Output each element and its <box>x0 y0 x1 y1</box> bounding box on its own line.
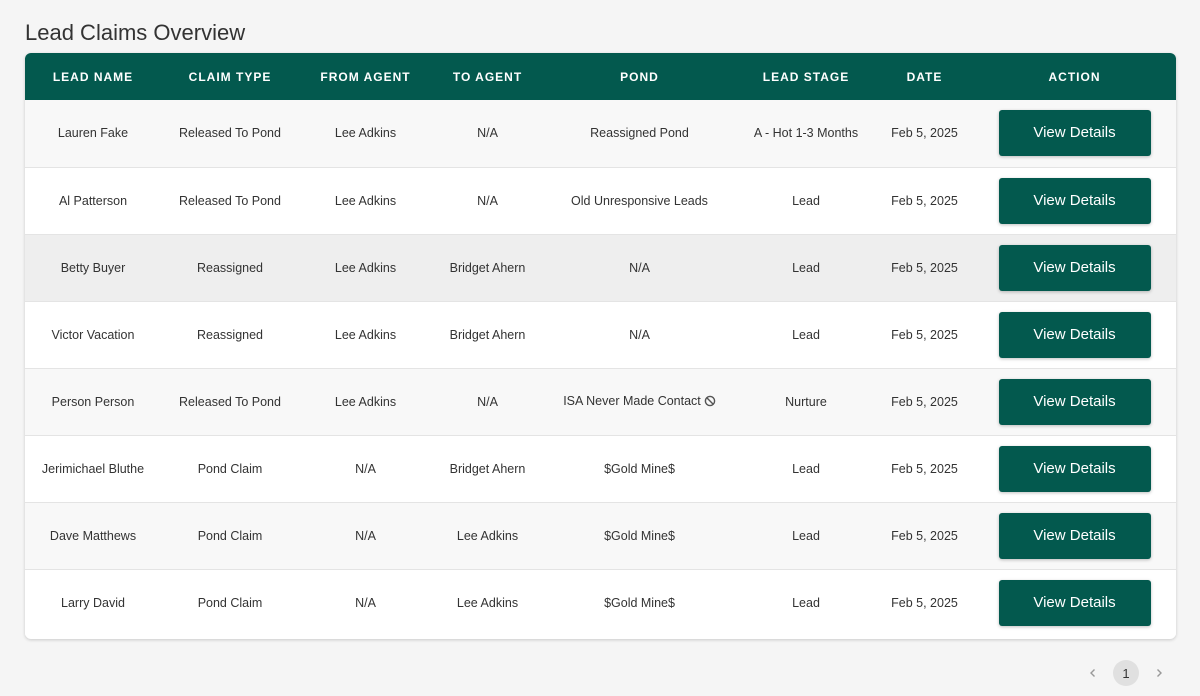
cell-lead-stage: Lead <box>792 193 820 208</box>
cell-date: Feb 5, 2025 <box>891 260 958 275</box>
header-action: ACTION <box>1048 69 1101 84</box>
ban-icon <box>704 395 716 410</box>
cell-from-agent: Lee Adkins <box>334 327 397 342</box>
cell-lead-name: Lauren Fake <box>57 126 129 141</box>
cell-pond: $Gold Mine$ <box>604 528 675 543</box>
cell-lead-name: Dave Matthews <box>49 528 137 543</box>
cell-to-agent: Lee Adkins <box>456 528 519 543</box>
table-row: Lauren Fake Released To Pond Lee Adkins … <box>25 100 1176 167</box>
view-details-button[interactable]: View Details <box>998 378 1151 425</box>
pagination: 1 <box>1080 660 1172 686</box>
view-details-button[interactable]: View Details <box>998 445 1151 492</box>
cell-to-agent: N/A <box>477 126 498 141</box>
cell-lead-name: Person Person <box>51 394 135 409</box>
cell-pond: $Gold Mine$ <box>604 461 675 476</box>
table-row: Victor Vacation Reassigned Lee Adkins Br… <box>25 301 1176 368</box>
header-pond[interactable]: POND <box>543 53 736 100</box>
cell-date: Feb 5, 2025 <box>891 595 958 610</box>
cell-to-agent: Lee Adkins <box>456 595 519 610</box>
cell-to-agent: Bridget Ahern <box>449 461 526 476</box>
cell-action: View Details <box>973 301 1176 368</box>
cell-from-agent: Lee Adkins <box>334 193 397 208</box>
view-details-button[interactable]: View Details <box>998 244 1151 291</box>
table-row: Person Person Released To Pond Lee Adkin… <box>25 368 1176 435</box>
cell-action: View Details <box>973 100 1176 167</box>
cell-lead-name: Jerimichael Bluthe <box>41 461 145 476</box>
cell-claim-type: Released To Pond <box>179 193 281 208</box>
view-details-button[interactable]: View Details <box>998 579 1151 626</box>
cell-lead-name: Betty Buyer <box>60 260 126 275</box>
page: Lead Claims Overview LEAD NAME CLAIM TYP… <box>0 0 1200 696</box>
cell-date: Feb 5, 2025 <box>891 394 958 409</box>
cell-from-agent: Lee Adkins <box>334 260 397 275</box>
lead-claims-table-card: LEAD NAME CLAIM TYPE FROM AGENT TO AGENT… <box>25 53 1176 639</box>
lead-claims-table: LEAD NAME CLAIM TYPE FROM AGENT TO AGENT… <box>25 53 1176 636</box>
cell-from-agent: N/A <box>355 595 376 610</box>
cell-from-agent: N/A <box>355 461 376 476</box>
cell-date: Feb 5, 2025 <box>891 327 958 342</box>
table-row: Dave Matthews Pond Claim N/A Lee Adkins … <box>25 502 1176 569</box>
header-date[interactable]: DATE <box>876 53 973 100</box>
view-details-button[interactable]: View Details <box>998 512 1151 559</box>
cell-pond: ISA Never Made Contact <box>543 368 736 435</box>
header-to-agent[interactable]: TO AGENT <box>432 53 543 100</box>
cell-lead-stage: Lead <box>792 528 820 543</box>
cell-date: Feb 5, 2025 <box>891 126 958 141</box>
cell-to-agent: N/A <box>477 394 498 409</box>
header-from-agent[interactable]: FROM AGENT <box>299 53 432 100</box>
cell-claim-type: Released To Pond <box>179 126 281 141</box>
table-row: Al Patterson Released To Pond Lee Adkins… <box>25 167 1176 234</box>
page-title: Lead Claims Overview <box>25 20 246 45</box>
table-row: Jerimichael Bluthe Pond Claim N/A Bridge… <box>25 435 1176 502</box>
cell-lead-stage: A - Hot 1-3 Months <box>753 126 859 141</box>
cell-action: View Details <box>973 502 1176 569</box>
cell-action: View Details <box>973 234 1176 301</box>
cell-to-agent: Bridget Ahern <box>449 260 526 275</box>
cell-lead-name: Al Patterson <box>58 193 128 208</box>
view-details-button[interactable]: View Details <box>998 311 1151 358</box>
header-lead-name[interactable]: LEAD NAME <box>25 53 161 100</box>
page-number-button[interactable]: 1 <box>1113 660 1139 686</box>
cell-to-agent: N/A <box>477 193 498 208</box>
header-claim-type[interactable]: CLAIM TYPE <box>161 53 299 100</box>
view-details-button[interactable]: View Details <box>998 110 1151 157</box>
cell-lead-stage: Nurture <box>785 394 827 409</box>
cell-lead-stage: Lead <box>792 260 820 275</box>
cell-action: View Details <box>973 435 1176 502</box>
cell-to-agent: Bridget Ahern <box>449 327 526 342</box>
cell-pond: $Gold Mine$ <box>604 595 675 610</box>
cell-date: Feb 5, 2025 <box>891 193 958 208</box>
cell-claim-type: Reassigned <box>196 327 263 342</box>
view-details-button[interactable]: View Details <box>998 177 1151 224</box>
table-row: Betty Buyer Reassigned Lee Adkins Bridge… <box>25 234 1176 301</box>
cell-pond: Old Unresponsive Leads <box>571 193 708 208</box>
cell-lead-stage: Lead <box>792 461 820 476</box>
cell-pond: N/A <box>629 327 650 342</box>
cell-claim-type: Reassigned <box>196 260 263 275</box>
chevron-right-icon[interactable] <box>1146 660 1172 686</box>
cell-lead-name: Victor Vacation <box>51 327 135 342</box>
table-row: Larry David Pond Claim N/A Lee Adkins $G… <box>25 569 1176 636</box>
cell-pond: Reassigned Pond <box>590 126 689 141</box>
cell-claim-type: Released To Pond <box>179 394 281 409</box>
cell-pond: N/A <box>629 260 650 275</box>
cell-lead-stage: Lead <box>792 595 820 610</box>
cell-lead-name: Larry David <box>61 595 125 610</box>
cell-action: View Details <box>973 368 1176 435</box>
cell-date: Feb 5, 2025 <box>891 461 958 476</box>
cell-from-agent: N/A <box>355 528 376 543</box>
header-lead-stage[interactable]: LEAD STAGE <box>736 53 876 100</box>
cell-claim-type: Pond Claim <box>197 528 263 543</box>
table-header-row: LEAD NAME CLAIM TYPE FROM AGENT TO AGENT… <box>25 53 1176 100</box>
cell-lead-stage: Lead <box>792 327 820 342</box>
cell-date: Feb 5, 2025 <box>891 528 958 543</box>
cell-from-agent: Lee Adkins <box>334 394 397 409</box>
cell-claim-type: Pond Claim <box>197 461 263 476</box>
cell-action: View Details <box>973 167 1176 234</box>
chevron-left-icon[interactable] <box>1080 660 1106 686</box>
cell-pond-text: ISA Never Made Contact <box>563 393 701 408</box>
cell-action: View Details <box>973 569 1176 636</box>
cell-from-agent: Lee Adkins <box>334 126 397 141</box>
cell-claim-type: Pond Claim <box>197 595 263 610</box>
